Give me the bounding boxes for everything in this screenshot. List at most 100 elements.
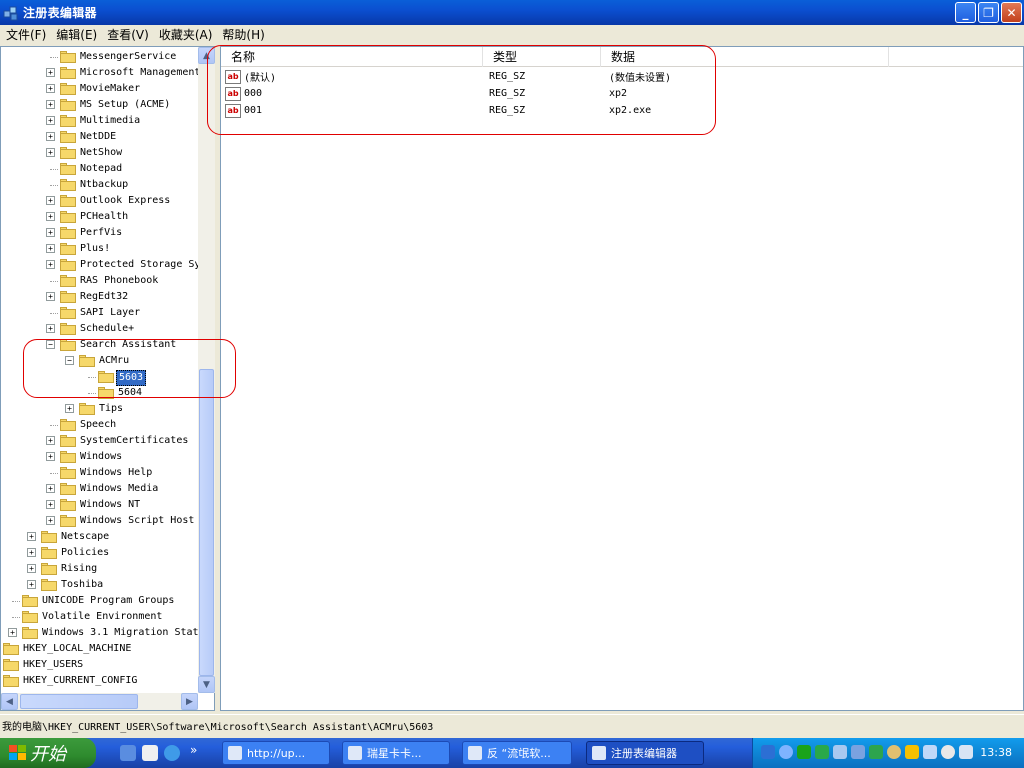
expand-icon[interactable]: + bbox=[46, 500, 55, 509]
tree-item[interactable]: + PerfVis bbox=[1, 225, 198, 241]
expand-icon[interactable]: + bbox=[46, 516, 55, 525]
tree-horizontal-scrollbar[interactable]: ◀ ▶ bbox=[1, 693, 198, 710]
menu-file[interactable]: 文件(F) bbox=[2, 25, 50, 45]
tree-item[interactable]: + Multimedia bbox=[1, 113, 198, 129]
column-name-header[interactable]: 名称 bbox=[221, 47, 483, 67]
tree-item[interactable]: 5604 bbox=[1, 385, 198, 401]
tray-network-icon[interactable] bbox=[761, 745, 775, 759]
scroll-right-button[interactable]: ▶ bbox=[181, 693, 198, 710]
tray-alert-icon[interactable] bbox=[905, 745, 919, 759]
menu-view[interactable]: 查看(V) bbox=[103, 25, 153, 45]
quicklaunch-show-desktop-icon[interactable] bbox=[120, 745, 136, 761]
tree-vertical-scroll-thumb[interactable] bbox=[199, 369, 214, 676]
expand-icon[interactable]: + bbox=[46, 132, 55, 141]
tree-item[interactable]: + Schedule+ bbox=[1, 321, 198, 337]
tree-item[interactable]: + Microsoft Management bbox=[1, 65, 200, 81]
tray-shield-icon[interactable] bbox=[869, 745, 883, 759]
tray-help-icon[interactable] bbox=[779, 745, 793, 759]
tree-item[interactable]: + RegEdt32 bbox=[1, 289, 198, 305]
start-button[interactable]: 开始 bbox=[0, 738, 96, 768]
collapse-icon[interactable]: − bbox=[65, 356, 74, 365]
tree-item[interactable]: HKEY_CURRENT_CONFIG bbox=[1, 673, 198, 689]
tree-item[interactable]: − ACMru bbox=[1, 353, 198, 369]
tree-item[interactable]: Notepad bbox=[1, 161, 198, 177]
tree-item[interactable]: + Plus! bbox=[1, 241, 198, 257]
tree-item[interactable]: + Netscape bbox=[1, 529, 198, 545]
tree-item[interactable]: SAPI Layer bbox=[1, 305, 198, 321]
tree-item[interactable]: + Toshiba bbox=[1, 577, 198, 593]
expand-icon[interactable]: + bbox=[27, 548, 36, 557]
expand-icon[interactable]: + bbox=[46, 68, 55, 77]
title-bar[interactable]: 注册表编辑器 _ ❐ ✕ bbox=[0, 0, 1024, 25]
expand-icon[interactable]: + bbox=[27, 580, 36, 589]
tray-search-icon[interactable] bbox=[941, 745, 955, 759]
expand-icon[interactable]: + bbox=[46, 484, 55, 493]
tree-item[interactable]: HKEY_LOCAL_MACHINE bbox=[1, 641, 198, 657]
tree-item[interactable]: 5603 bbox=[1, 369, 198, 386]
expand-icon[interactable]: + bbox=[46, 84, 55, 93]
tree-item[interactable]: + NetShow bbox=[1, 145, 198, 161]
menu-edit[interactable]: 编辑(E) bbox=[52, 25, 101, 45]
expand-icon[interactable]: + bbox=[46, 196, 55, 205]
expand-icon[interactable]: + bbox=[46, 436, 55, 445]
expand-icon[interactable]: + bbox=[46, 100, 55, 109]
minimize-button[interactable]: _ bbox=[955, 2, 976, 23]
value-list-pane[interactable]: 名称 类型 数据 ab (默认) REG_SZ (数值未设置) ab 000 REG_SZ x… bbox=[220, 46, 1024, 711]
tree-item[interactable]: − Search Assistant bbox=[1, 337, 198, 353]
scroll-up-button[interactable]: ▲ bbox=[198, 47, 215, 64]
tree-item[interactable]: MessengerService bbox=[1, 49, 198, 65]
expand-icon[interactable]: + bbox=[27, 532, 36, 541]
quicklaunch-media-icon[interactable] bbox=[142, 745, 158, 761]
tree-item[interactable]: Ntbackup bbox=[1, 177, 198, 193]
tray-volume-icon[interactable] bbox=[887, 745, 901, 759]
tree-item[interactable]: + Windows bbox=[1, 449, 198, 465]
tree-vertical-scrollbar[interactable]: ▲ ▼ bbox=[198, 47, 215, 693]
tree-item[interactable]: + Windows 3.1 Migration Stat bbox=[1, 625, 199, 641]
clock[interactable]: 13:38 bbox=[980, 746, 1012, 759]
tray-laptop-icon[interactable] bbox=[959, 745, 973, 759]
tray-green-icon[interactable] bbox=[797, 745, 811, 759]
tree-item[interactable]: Speech bbox=[1, 417, 198, 433]
tree-item[interactable]: + MovieMaker bbox=[1, 81, 198, 97]
tree-item[interactable]: + Windows NT bbox=[1, 497, 198, 513]
expand-icon[interactable]: + bbox=[8, 628, 17, 637]
tree-item[interactable]: + Policies bbox=[1, 545, 198, 561]
expand-icon[interactable]: + bbox=[46, 324, 55, 333]
taskbar-task-button[interactable]: http://up... bbox=[222, 741, 330, 765]
tree-item[interactable]: Volatile Environment bbox=[1, 609, 198, 625]
expand-icon[interactable]: + bbox=[46, 228, 55, 237]
tree-item[interactable]: + SystemCertificates bbox=[1, 433, 198, 449]
tree-item[interactable]: RAS Phonebook bbox=[1, 273, 198, 289]
tree-item[interactable]: + NetDDE bbox=[1, 129, 198, 145]
tree-item[interactable]: UNICODE Program Groups bbox=[1, 593, 198, 609]
tree-item[interactable]: + Outlook Express bbox=[1, 193, 198, 209]
column-type-header[interactable]: 类型 bbox=[483, 47, 601, 67]
tree-horizontal-scroll-thumb[interactable] bbox=[20, 694, 138, 709]
tree-item[interactable]: HKEY_USERS bbox=[1, 657, 198, 673]
tree-item[interactable]: + Protected Storage Sy bbox=[1, 257, 200, 273]
scroll-left-button[interactable]: ◀ bbox=[1, 693, 18, 710]
quicklaunch-ie-icon[interactable] bbox=[164, 745, 180, 761]
collapse-icon[interactable]: − bbox=[46, 340, 55, 349]
menu-help[interactable]: 帮助(H) bbox=[218, 25, 268, 45]
expand-icon[interactable]: + bbox=[46, 292, 55, 301]
menu-favorites[interactable]: 收藏夹(A) bbox=[155, 25, 217, 45]
tree-item[interactable]: + MS Setup (ACME) bbox=[1, 97, 198, 113]
tray-umbrella-icon[interactable] bbox=[815, 745, 829, 759]
tree-item[interactable]: + PCHealth bbox=[1, 209, 198, 225]
tree-item[interactable]: Windows Help bbox=[1, 465, 198, 481]
expand-icon[interactable]: + bbox=[65, 404, 74, 413]
tray-monitor-icon[interactable] bbox=[833, 745, 847, 759]
column-data-header[interactable]: 数据 bbox=[601, 47, 889, 67]
value-row[interactable]: ab 001 REG_SZ xp2.exe bbox=[225, 102, 1015, 119]
tree-item[interactable]: + Tips bbox=[1, 401, 198, 417]
restore-button[interactable]: ❐ bbox=[978, 2, 999, 23]
taskbar-task-button[interactable]: 瑞星卡卡... bbox=[342, 741, 450, 765]
value-row[interactable]: ab (默认) REG_SZ (数值未设置) bbox=[225, 68, 1015, 85]
taskbar-task-button[interactable]: 反 “流氓软... bbox=[462, 741, 572, 765]
expand-icon[interactable]: + bbox=[46, 148, 55, 157]
value-row[interactable]: ab 000 REG_SZ xp2 bbox=[225, 85, 1015, 102]
close-button[interactable]: ✕ bbox=[1001, 2, 1022, 23]
scroll-down-button[interactable]: ▼ bbox=[198, 676, 215, 693]
taskbar-task-button[interactable]: 注册表编辑器 bbox=[586, 741, 704, 765]
